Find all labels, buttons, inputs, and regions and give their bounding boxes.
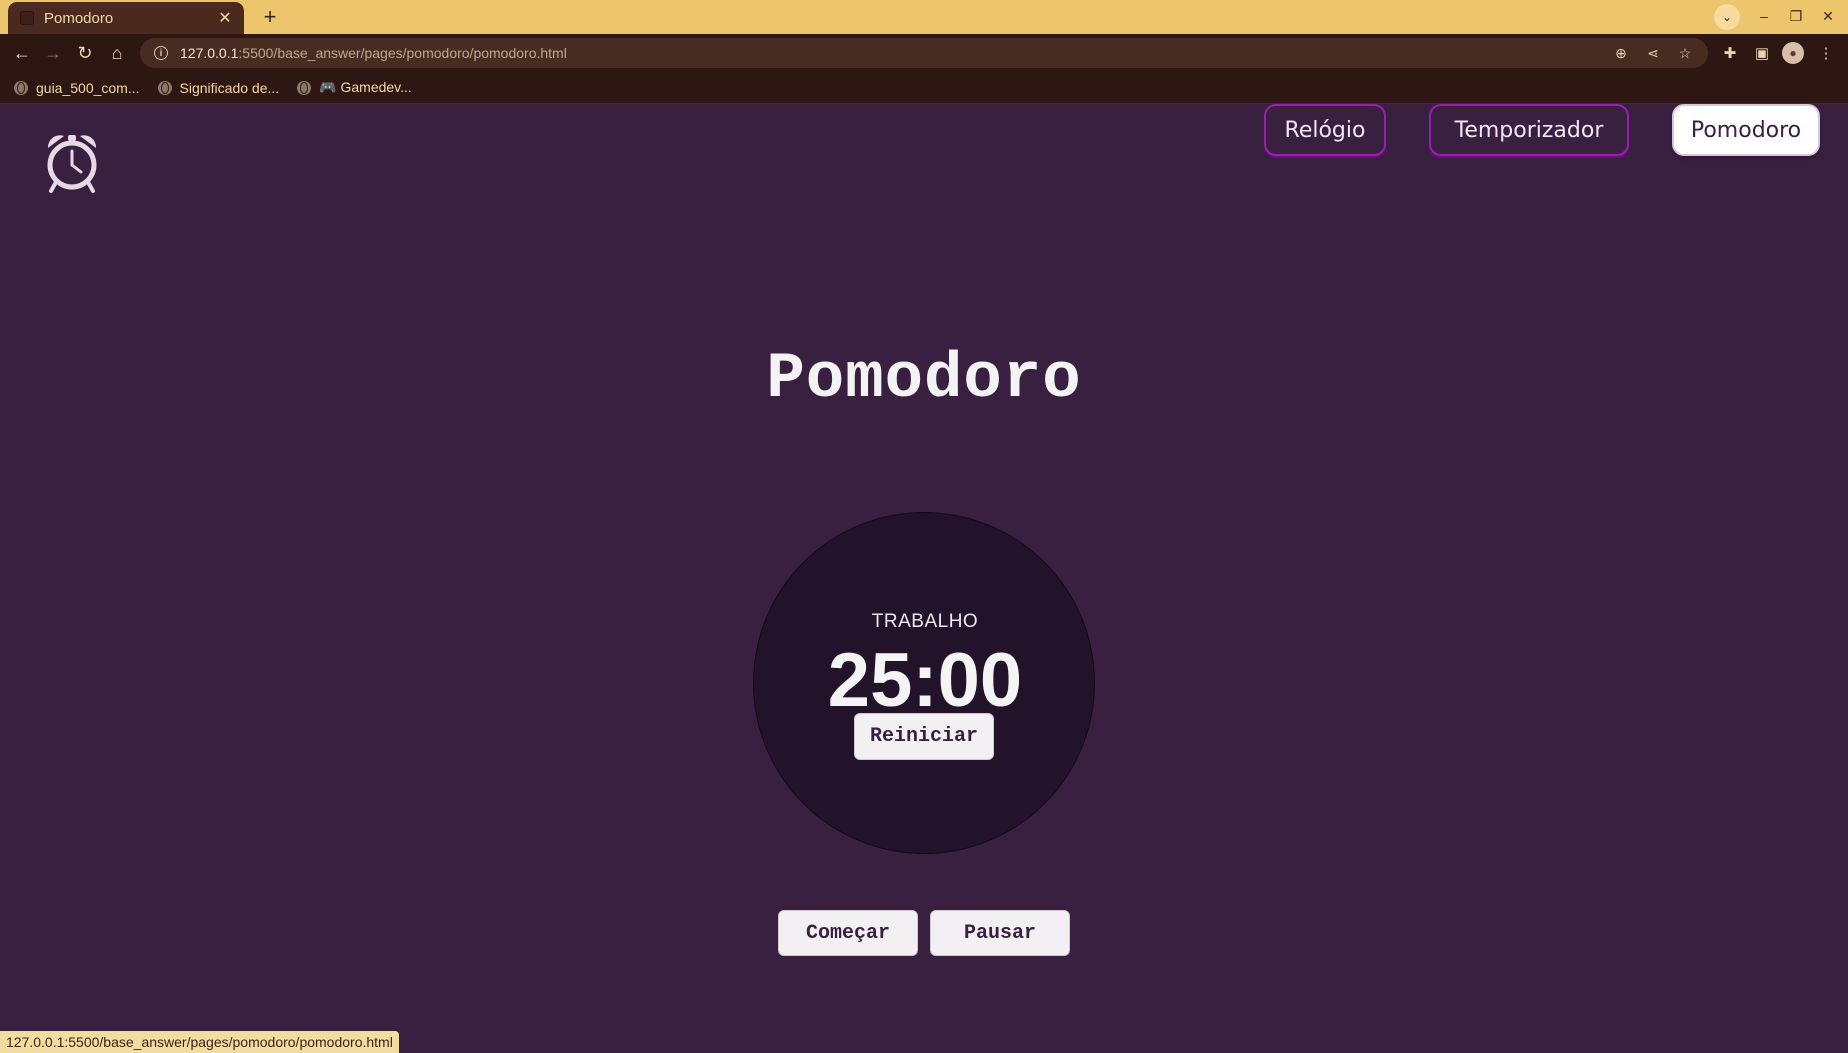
menu-kebab-icon[interactable]: ⋮	[1815, 42, 1837, 64]
reload-icon[interactable]: ↻	[73, 41, 97, 65]
link-status-bar: 127.0.0.1:5500/base_answer/pages/pomodor…	[0, 1031, 399, 1053]
reset-button[interactable]: Reiniciar	[854, 713, 994, 760]
globe-icon	[297, 80, 312, 95]
address-bar[interactable]: i 127.0.0.1:5500/base_answer/pages/pomod…	[140, 38, 1708, 68]
browser-toolbar: ← → ↻ ⌂ i 127.0.0.1:5500/base_answer/pag…	[0, 34, 1848, 72]
minimize-icon[interactable]: –	[1754, 6, 1774, 26]
site-info-icon[interactable]: i	[154, 46, 168, 60]
nav-relogio[interactable]: Relógio	[1264, 104, 1386, 156]
url-host: 127.0.0.1	[180, 45, 239, 61]
page-title: Pomodoro	[766, 344, 1082, 416]
globe-icon	[157, 80, 172, 95]
page-content: Relógio Temporizador Pomodoro Pomodoro T…	[0, 104, 1848, 1053]
restore-icon[interactable]: ❐	[1786, 6, 1806, 26]
browser-tab[interactable]: Pomodoro ✕	[8, 2, 244, 34]
timer-mode-label: TRABALHO	[871, 611, 979, 632]
nav-pomodoro[interactable]: Pomodoro	[1672, 104, 1820, 156]
nav-temporizador[interactable]: Temporizador	[1429, 104, 1629, 156]
back-icon[interactable]: ←	[10, 41, 34, 65]
timer-display: 25:00	[827, 638, 1023, 723]
tab-title: Pomodoro	[44, 9, 114, 27]
timer-circle: TRABALHO 25:00 Reiniciar	[753, 512, 1095, 854]
side-panel-icon[interactable]: ▣	[1751, 42, 1773, 64]
pause-button[interactable]: Pausar	[930, 910, 1070, 956]
home-icon[interactable]: ⌂	[105, 41, 129, 65]
new-tab-button[interactable]: +	[258, 5, 282, 29]
bookmark-label: guia_500_com...	[36, 79, 140, 96]
bookmark-label: 🎮 Gamedev...	[319, 79, 412, 95]
browser-tab-strip: Pomodoro ✕ + ⌄ – ❐ ✕	[0, 0, 1848, 34]
extensions-icon[interactable]: ✚	[1719, 42, 1741, 64]
zoom-icon[interactable]: ⊕	[1612, 44, 1630, 62]
bookmark-label: Significado de...	[179, 79, 280, 96]
alarm-clock-icon[interactable]	[44, 132, 100, 194]
start-button[interactable]: Começar	[778, 910, 918, 956]
bookmark-item[interactable]: guia_500_com...	[14, 80, 140, 96]
url-path: :5500/base_answer/pages/pomodoro/pomodor…	[238, 45, 567, 61]
favicon-icon	[20, 11, 34, 25]
bookmark-item[interactable]: Significado de...	[157, 79, 280, 96]
bookmark-star-icon[interactable]: ☆	[1676, 44, 1694, 62]
profile-avatar[interactable]: ●	[1782, 42, 1804, 64]
bookmark-item[interactable]: 🎮 Gamedev...	[297, 79, 412, 96]
bookmarks-bar: guia_500_com... Significado de... 🎮 Game…	[0, 72, 1848, 104]
close-tab-icon[interactable]: ✕	[216, 8, 234, 28]
tab-search-icon[interactable]: ⌄	[1714, 4, 1740, 30]
share-icon[interactable]: ⋖	[1644, 44, 1662, 62]
globe-icon	[14, 80, 28, 95]
close-window-icon[interactable]: ✕	[1818, 6, 1838, 26]
forward-icon[interactable]: →	[41, 41, 65, 65]
